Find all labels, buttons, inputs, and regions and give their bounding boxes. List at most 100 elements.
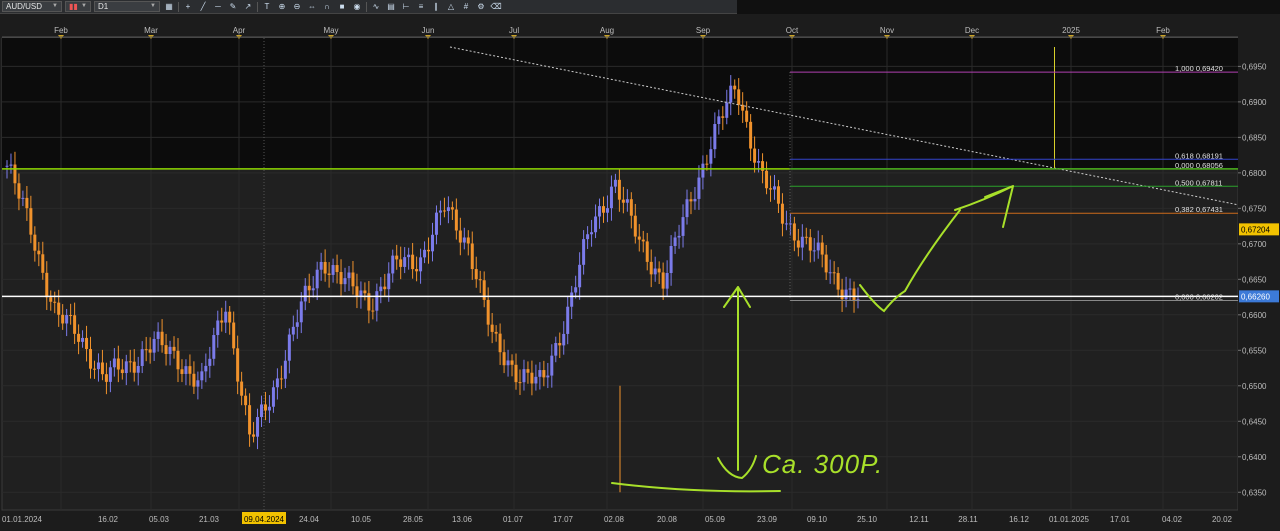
handwritten-note: Ca. 300P. [762, 449, 883, 479]
candle-body [546, 375, 550, 378]
month-label: Mar [144, 26, 158, 35]
date-label: 02.08 [604, 515, 625, 524]
candle-body [446, 207, 450, 212]
candle-body [279, 378, 283, 380]
settings-icon[interactable]: ⚙ [475, 1, 487, 12]
candle-body [260, 404, 264, 418]
candle-body [645, 241, 649, 262]
timeframe-selector[interactable]: D1 ▼ [94, 1, 160, 12]
candle-body [423, 249, 427, 258]
candle-body [387, 273, 391, 290]
pen-icon[interactable]: ✎ [227, 1, 239, 12]
date-label: 09.04.2024 [244, 515, 285, 524]
candle-body [323, 261, 327, 274]
toolbar: AUD/USD ▼ ▮▮ ▼ D1 ▼ ▦ + ╱ ─ ✎ ↗ T ⊕ ⊖ ⇔ ∩ ■ ◉ ∿ ▤ ⊢ ≡ ∥ △ # ⚙ ⌫ [0, 0, 737, 14]
month-label: Feb [54, 26, 68, 35]
line-price-tag-text: 0,66260 [1241, 292, 1270, 301]
price-tick-label: 0,6350 [1242, 488, 1267, 497]
candle-body [757, 161, 761, 163]
candle-body [224, 311, 228, 323]
candle-body [399, 259, 403, 267]
price-tick-label: 0,6800 [1242, 169, 1267, 178]
month-label: Sep [696, 26, 711, 35]
candle-body [697, 177, 701, 199]
candle-body [780, 203, 784, 224]
eye-icon[interactable]: ◉ [351, 1, 363, 12]
fib-level-label: 0,500 0,67811 [1175, 178, 1222, 187]
candle-body [184, 366, 188, 374]
candle-body [598, 206, 602, 217]
candle-body [705, 163, 709, 165]
magnet-icon[interactable]: ∩ [321, 1, 333, 12]
indicator-icon[interactable]: ∿ [370, 1, 382, 12]
candle-body [502, 352, 506, 366]
chart-style-selector[interactable]: ▮▮ ▼ [65, 1, 91, 12]
price-tick-label: 0,6500 [1242, 382, 1267, 391]
shapes-icon[interactable]: △ [445, 1, 457, 12]
symbol-selector[interactable]: AUD/USD ▼ [2, 1, 62, 12]
text-icon[interactable]: T [261, 1, 273, 12]
month-label: Jun [422, 26, 435, 35]
candle-body [776, 186, 780, 204]
horizontal-line-icon[interactable]: ─ [212, 1, 224, 12]
candle-body [765, 170, 769, 189]
fib-level-label: 0,618 0,68191 [1175, 151, 1223, 160]
fib-level-label: 1,000 0,69420 [1175, 64, 1223, 73]
candle-body [701, 163, 705, 178]
grid-icon[interactable]: # [460, 1, 472, 12]
date-label: 05.09 [705, 515, 726, 524]
candle-body [617, 179, 621, 200]
chart-type-icon[interactable]: ▦ [163, 1, 175, 12]
month-label: 2025 [1062, 26, 1080, 35]
symbol-label: AUD/USD [6, 2, 43, 11]
candle-body [510, 360, 514, 365]
date-label: 01.01.2024 [2, 515, 43, 524]
candle-body [808, 237, 812, 251]
candle-body [462, 237, 466, 243]
fib-level-label: 0,000 0,66202 [1175, 292, 1223, 301]
candle-body [745, 110, 749, 122]
lock-icon[interactable]: ■ [336, 1, 348, 12]
price-tick-label: 0,6900 [1242, 98, 1267, 107]
candle-body [824, 254, 828, 273]
candle-body [355, 286, 359, 297]
candle-body [681, 217, 685, 236]
candle-body [506, 360, 510, 366]
candle-body [411, 254, 415, 270]
candle-body [5, 165, 9, 167]
fib-icon[interactable]: ≡ [415, 1, 427, 12]
date-label: 16.02 [98, 515, 119, 524]
candle-body [840, 289, 844, 300]
candle-body [403, 257, 407, 267]
candle-body [407, 254, 411, 258]
candle-body [69, 315, 73, 317]
price-chart[interactable]: Feb Mar Apr May Jun Jul Aug Sep Oct Nov Dec 2025 Feb… [0, 15, 1280, 526]
candle-body [271, 387, 275, 407]
candle-body [629, 199, 633, 216]
candle-body [828, 272, 832, 274]
bars-icon: ▮▮ [69, 2, 78, 11]
candle-body [25, 197, 29, 209]
chevron-down-icon: ▼ [150, 3, 156, 9]
ruler-icon[interactable]: ⊢ [400, 1, 412, 12]
candle-body [124, 361, 128, 374]
candle-body [120, 369, 124, 374]
arrow-icon[interactable]: ↗ [242, 1, 254, 12]
price-tick-label: 0,6600 [1242, 311, 1267, 320]
candle-body [168, 346, 172, 355]
candle-body [852, 288, 856, 302]
template-icon[interactable]: ▤ [385, 1, 397, 12]
fit-icon[interactable]: ⇔ [306, 1, 318, 12]
trendline-icon[interactable]: ╱ [197, 1, 209, 12]
zoom-out-icon[interactable]: ⊖ [291, 1, 303, 12]
candle-body [53, 301, 57, 303]
chart-area[interactable]: Feb Mar Apr May Jun Jul Aug Sep Oct Nov Dec 2025 Feb… [0, 15, 1280, 526]
crosshair-icon[interactable]: + [182, 1, 194, 12]
channel-icon[interactable]: ∥ [430, 1, 442, 12]
month-label: Oct [786, 26, 799, 35]
candle-body [542, 370, 546, 378]
candle-body [188, 366, 192, 374]
zoom-in-icon[interactable]: ⊕ [276, 1, 288, 12]
candle-body [438, 210, 442, 213]
eraser-icon[interactable]: ⌫ [490, 1, 502, 12]
